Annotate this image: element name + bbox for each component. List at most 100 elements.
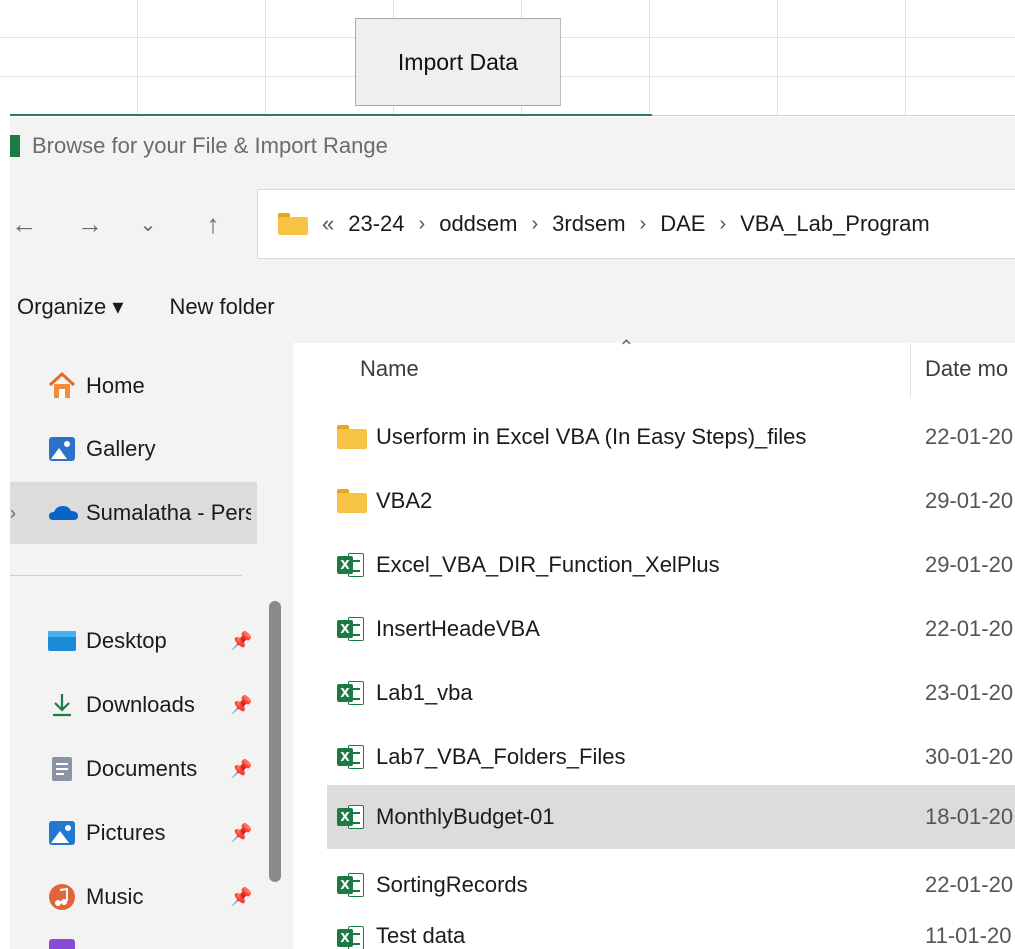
nav-item-onedrive[interactable]: › Sumalatha - Pers — [10, 482, 257, 544]
file-date: 22-01-20 — [925, 872, 1014, 897]
dialog-title: Browse for your File & Import Range — [32, 133, 388, 158]
pictures-icon — [47, 818, 77, 848]
folder-icon — [278, 213, 308, 235]
nav-item-desktop[interactable]: Desktop 📌 — [10, 610, 257, 672]
file-date: 23-01-20 — [925, 680, 1014, 705]
nav-item-pictures[interactable]: Pictures 📌 — [10, 802, 257, 864]
gallery-icon — [47, 434, 77, 464]
nav-item-documents[interactable]: Documents 📌 — [10, 738, 257, 800]
file-row-folder[interactable]: VBA2 29-01-20 — [327, 473, 1015, 529]
back-arrow-icon[interactable]: ← — [10, 199, 44, 249]
file-row-xlsx-selected[interactable]: X MonthlyBudget-01 18-01-20 — [327, 785, 1015, 849]
pin-icon[interactable]: 📌 — [230, 759, 252, 780]
pin-icon[interactable]: 📌 — [230, 823, 252, 844]
dialog-title-accent — [10, 114, 652, 116]
navigation-pane: Home Gallery › Sumalatha - Pers Desktop … — [10, 343, 293, 949]
excel-app-icon — [10, 135, 20, 157]
nav-item-music[interactable]: Music 📌 — [10, 866, 257, 928]
nav-item-label: Music — [86, 884, 144, 909]
file-row-xlsx[interactable]: X Test data 11-01-20 — [327, 921, 1015, 949]
breadcrumb-item[interactable]: VBA_Lab_Program — [740, 211, 930, 237]
nav-item-gallery[interactable]: Gallery — [10, 418, 257, 480]
breadcrumb-chevron-icon[interactable]: › — [640, 213, 647, 236]
forward-arrow-icon[interactable]: → — [70, 199, 110, 249]
nav-item-label: Pictures — [86, 820, 166, 845]
up-arrow-icon[interactable]: ↑ — [193, 199, 233, 249]
nav-item-downloads[interactable]: Downloads 📌 — [10, 674, 257, 736]
breadcrumb-chevron-icon[interactable]: › — [719, 213, 726, 236]
organize-menu-button[interactable]: Organize ▾ — [17, 294, 123, 320]
file-row-xlsm[interactable]: X Lab7_VBA_Folders_Files 30-01-20 — [327, 729, 1015, 785]
file-name: InsertHeadeVBA — [376, 616, 540, 641]
column-header-row: Name ⌃ Date mo — [293, 337, 1015, 401]
breadcrumb-chevron-icon[interactable]: › — [419, 213, 426, 236]
download-icon — [47, 690, 77, 720]
column-separator[interactable] — [910, 343, 911, 397]
excel-file-icon: X — [337, 802, 369, 832]
breadcrumb-item[interactable]: DAE — [660, 211, 705, 237]
command-bar: Organize ▾ New folder — [10, 287, 1015, 327]
documents-icon — [47, 754, 77, 784]
file-date: 18-01-20 — [925, 804, 1014, 829]
grid-line — [649, 0, 650, 116]
sort-ascending-icon: ⌃ — [618, 337, 635, 359]
file-date: 22-01-20 — [925, 616, 1014, 641]
file-name: VBA2 — [376, 488, 433, 513]
file-date: 22-01-20 — [925, 424, 1014, 449]
new-folder-button[interactable]: New folder — [169, 294, 274, 320]
file-name: MonthlyBudget-01 — [376, 804, 555, 829]
excel-macro-file-icon: X — [337, 550, 369, 580]
breadcrumb-item[interactable]: 3rdsem — [552, 211, 625, 237]
file-name: Userform in Excel VBA (In Easy Steps)_fi… — [376, 424, 807, 449]
breadcrumb-item[interactable]: oddsem — [439, 211, 517, 237]
nav-divider — [10, 575, 242, 576]
address-bar[interactable]: « 23-24 › oddsem › 3rdsem › DAE › VBA_La… — [257, 189, 1015, 259]
nav-item-label: Documents — [86, 756, 198, 781]
pin-icon[interactable]: 📌 — [230, 887, 252, 908]
file-list: Name ⌃ Date mo Userform in Excel VBA (In… — [293, 337, 1015, 949]
excel-macro-file-icon: X — [337, 614, 369, 644]
breadcrumb-item[interactable]: 23-24 — [348, 211, 404, 237]
pin-icon[interactable]: 📌 — [230, 631, 252, 652]
file-date: 29-01-20 — [925, 552, 1014, 577]
nav-item-home[interactable]: Home — [10, 355, 257, 417]
onedrive-icon — [47, 498, 78, 528]
recent-locations-chevron-icon[interactable]: ⌄ — [128, 199, 168, 249]
excel-worksheet: Import Data — [0, 0, 1015, 116]
file-open-dialog: Browse for your File & Import Range ← → … — [10, 117, 1015, 949]
breadcrumb-chevron-icon[interactable]: › — [531, 213, 538, 236]
nav-item-more[interactable] — [10, 930, 257, 949]
nav-item-label: Sumalatha - Pers — [86, 500, 251, 525]
expand-chevron-icon[interactable]: › — [10, 503, 16, 524]
grid-line — [137, 0, 138, 116]
excel-macro-file-icon: X — [337, 678, 369, 708]
nav-item-label: Desktop — [86, 628, 167, 653]
file-date: 11-01-20 — [925, 923, 1012, 948]
nav-item-label: Gallery — [86, 436, 156, 461]
grid-line — [777, 0, 778, 116]
breadcrumb-overflow[interactable]: « — [322, 211, 334, 237]
desktop-icon — [47, 626, 77, 656]
file-row-xlsm[interactable]: X Excel_VBA_DIR_Function_XelPlus 29-01-2… — [327, 537, 1015, 593]
excel-macro-file-icon: X — [337, 870, 369, 900]
nav-pane-scrollbar[interactable] — [269, 601, 281, 882]
file-date: 30-01-20 — [925, 744, 1014, 769]
folder-icon — [337, 486, 369, 516]
videos-icon — [47, 930, 77, 949]
file-name: Excel_VBA_DIR_Function_XelPlus — [376, 552, 720, 577]
dialog-top-border — [652, 115, 1015, 116]
file-name: Lab7_VBA_Folders_Files — [376, 744, 626, 769]
home-icon — [47, 371, 77, 401]
grid-line — [905, 0, 906, 116]
file-row-xlsm[interactable]: X Lab1_vba 23-01-20 — [327, 665, 1015, 721]
file-row-folder[interactable]: Userform in Excel VBA (In Easy Steps)_fi… — [327, 409, 1015, 465]
import-data-button[interactable]: Import Data — [355, 18, 561, 106]
column-header-date[interactable]: Date mo — [925, 356, 1008, 382]
folder-icon — [337, 422, 369, 452]
column-header-name[interactable]: Name — [360, 356, 419, 382]
navigation-bar: ← → ⌄ ↑ « 23-24 › oddsem › 3rdsem › DAE … — [10, 189, 1015, 259]
file-row-xlsm[interactable]: X InsertHeadeVBA 22-01-20 — [327, 601, 1015, 657]
file-row-xlsm[interactable]: X SortingRecords 22-01-20 — [327, 857, 1015, 913]
nav-item-label: Downloads — [86, 692, 195, 717]
pin-icon[interactable]: 📌 — [230, 695, 252, 716]
